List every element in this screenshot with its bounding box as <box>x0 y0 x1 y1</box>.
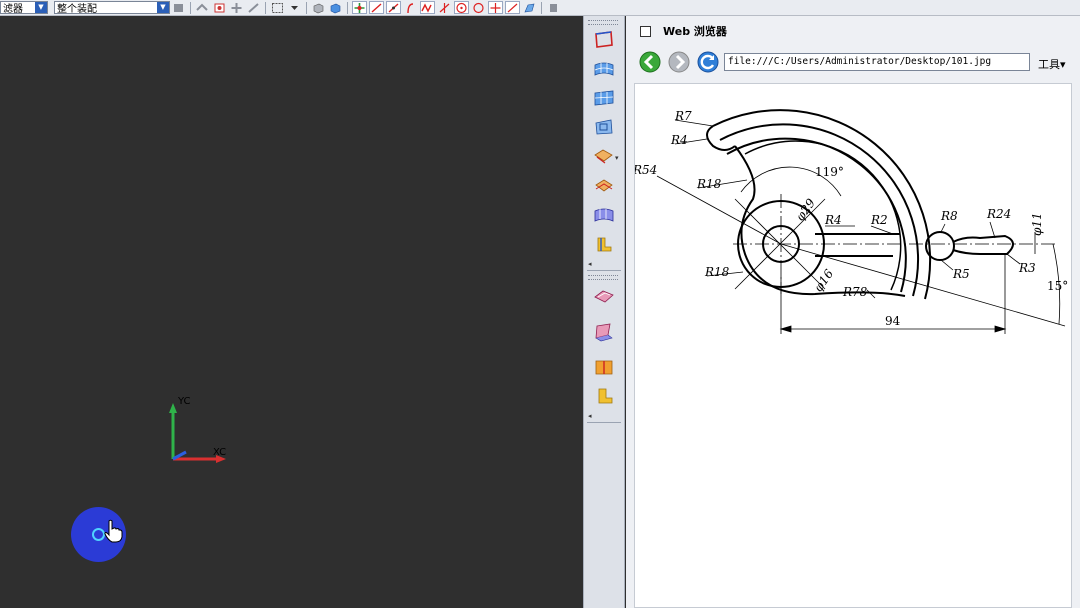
label-r78: R78 <box>842 285 868 299</box>
snap-point-icon[interactable] <box>212 1 227 14</box>
label-r3: R3 <box>1018 261 1036 275</box>
resource-bar-divider <box>587 422 621 423</box>
shaded-body-icon[interactable] <box>311 1 326 14</box>
tool-icon[interactable] <box>246 1 261 14</box>
layer-icon[interactable] <box>546 1 561 14</box>
intersection-icon[interactable] <box>420 1 435 14</box>
label-r8: R8 <box>940 209 958 223</box>
surface-through-curves-icon[interactable] <box>593 117 615 137</box>
surface-grid-icon[interactable] <box>593 88 615 108</box>
label-r4-left: R4 <box>670 133 688 147</box>
expand-arrow-icon[interactable]: ▾ <box>615 154 619 162</box>
snap-icon[interactable] <box>195 1 210 14</box>
graphics-viewport[interactable]: YC XC <box>0 16 583 608</box>
solid-body-icon[interactable] <box>328 1 343 14</box>
chevron-down-icon[interactable]: ▼ <box>35 2 47 13</box>
chevron-down-icon[interactable] <box>287 1 302 14</box>
filter-select[interactable]: 滤器 ▼ <box>0 1 48 14</box>
existing-point-icon[interactable] <box>488 1 503 14</box>
label-r18-top: R18 <box>696 177 722 191</box>
axis-y-label: YC <box>178 396 191 407</box>
web-panel-header: Web 浏览器 <box>626 22 1080 40</box>
label-r4-mid: R4 <box>824 213 842 227</box>
toolbar-divider <box>265 1 266 14</box>
bounded-plane-icon[interactable] <box>593 287 615 307</box>
label-dim-94: 94 <box>885 314 901 328</box>
label-r24: R24 <box>986 207 1011 221</box>
resource-bar-divider <box>587 270 621 271</box>
chevron-down-icon: ▾ <box>1060 58 1066 71</box>
label-angle-119: 119° <box>815 165 844 179</box>
quadrant-icon[interactable] <box>471 1 486 14</box>
snap-all-icon[interactable] <box>352 1 367 14</box>
tools-menu-label: 工具 <box>1038 58 1060 71</box>
label-phi11: φ11 <box>1030 212 1044 236</box>
arc-center-icon[interactable] <box>454 1 469 14</box>
engineering-drawing-image: R7 R4 R54 R18 119° φ29 R4 R2 R8 R24 φ11 … <box>635 109 1068 334</box>
surface-mesh-icon[interactable] <box>593 59 615 79</box>
select-filter-icon[interactable] <box>171 1 186 14</box>
label-r2: R2 <box>870 213 888 227</box>
filter-select-value: 滤器 <box>3 4 23 14</box>
point-on-face-icon[interactable] <box>522 1 537 14</box>
midpoint-icon[interactable] <box>386 1 401 14</box>
chevron-down-icon[interactable]: ▼ <box>157 2 169 13</box>
toolbar-divider <box>347 1 348 14</box>
curve-point-icon[interactable] <box>403 1 418 14</box>
browser-content[interactable]: R7 R4 R54 R18 119° φ29 R4 R2 R8 R24 φ11 … <box>634 83 1072 608</box>
collapse-arrow-icon[interactable]: ◂ <box>588 260 592 268</box>
toolbar-divider <box>190 1 191 14</box>
perpendicular-icon[interactable] <box>437 1 452 14</box>
toolbar-divider <box>306 1 307 14</box>
collapse-arrow-icon[interactable]: ◂ <box>588 412 592 420</box>
move-icon[interactable] <box>229 1 244 14</box>
point-on-curve-icon[interactable] <box>505 1 520 14</box>
wcs-triad-icon <box>169 403 226 463</box>
panel-pin-checkbox[interactable] <box>640 25 651 37</box>
label-r18-bottom: R18 <box>704 265 730 279</box>
label-r5: R5 <box>952 267 970 281</box>
toolbar-grip[interactable] <box>588 275 618 280</box>
assembly-select[interactable]: 整个装配 ▼ <box>54 1 170 14</box>
label-angle-15: 15° <box>1047 279 1068 293</box>
work-coordinate-system: YC XC <box>160 391 240 471</box>
browser-nav-bar: file:///C:/Users/Administrator/Desktop/1… <box>626 50 1080 76</box>
assembly-select-value: 整个装配 <box>57 4 97 14</box>
extrude-face-icon[interactable] <box>593 234 615 254</box>
offset-surface-icon[interactable] <box>593 176 615 196</box>
swept-surface-icon[interactable] <box>593 147 615 167</box>
toolbar-divider <box>541 1 542 14</box>
resource-bar: ▾ ◂ ◂ <box>583 16 625 608</box>
label-r54: R54 <box>635 163 657 177</box>
endpoint-icon[interactable] <box>369 1 384 14</box>
refresh-icon[interactable] <box>697 51 719 73</box>
address-input[interactable]: file:///C:/Users/Administrator/Desktop/1… <box>724 53 1030 71</box>
top-toolbar: 滤器 ▼ 整个装配 ▼ <box>0 0 1080 16</box>
sew-surface-icon[interactable] <box>593 357 615 377</box>
extend-sheet-icon[interactable] <box>593 386 615 406</box>
web-panel-title: Web 浏览器 <box>663 25 727 38</box>
trimmed-sheet-icon[interactable] <box>593 322 615 342</box>
box-select-icon[interactable] <box>270 1 285 14</box>
web-browser-panel: Web 浏览器 file:///C:/Users/Administrator/D… <box>626 16 1080 608</box>
axis-x-label: XC <box>213 447 227 458</box>
label-r7: R7 <box>674 109 692 123</box>
rectangle-sketch-icon[interactable] <box>593 30 615 50</box>
back-arrow-icon[interactable] <box>639 51 661 73</box>
studio-surface-icon[interactable] <box>593 205 615 225</box>
forward-arrow-icon[interactable] <box>668 51 690 73</box>
hand-cursor-icon <box>104 519 123 543</box>
toolbar-grip[interactable] <box>588 20 618 25</box>
tools-menu-button[interactable]: 工具▾ <box>1038 56 1066 72</box>
